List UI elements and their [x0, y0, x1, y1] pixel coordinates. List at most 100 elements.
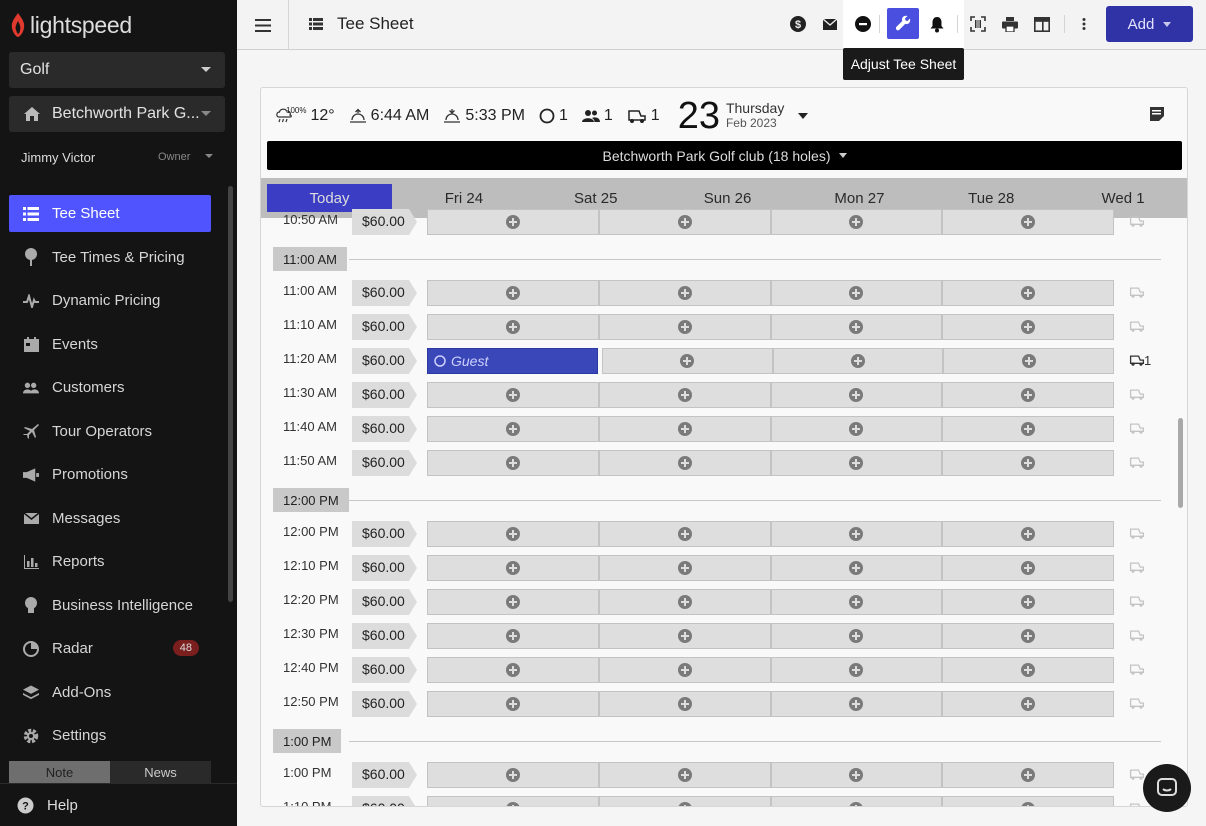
empty-slot[interactable]	[427, 280, 599, 306]
empty-slot[interactable]	[427, 450, 599, 476]
sidebar-item-add-ons[interactable]: Add-Ons	[9, 674, 211, 711]
empty-slot[interactable]	[770, 555, 943, 581]
product-select[interactable]: Golf	[9, 52, 225, 88]
sidebar-item-tour-operators[interactable]: Tour Operators	[9, 413, 211, 450]
main-scrollbar[interactable]	[1178, 418, 1183, 508]
empty-slot[interactable]	[427, 209, 599, 235]
empty-slot[interactable]	[770, 691, 943, 717]
date-day-number[interactable]: 23	[678, 95, 720, 138]
chat-button[interactable]	[1143, 764, 1191, 812]
empty-slot[interactable]	[598, 691, 771, 717]
empty-slot[interactable]	[427, 657, 599, 683]
hamburger-menu-button[interactable]	[237, 0, 289, 50]
tab-note[interactable]: Note	[9, 761, 110, 783]
layout-button[interactable]	[1031, 13, 1053, 35]
empty-slot[interactable]	[942, 209, 1114, 235]
empty-slot[interactable]	[942, 623, 1114, 649]
empty-slot[interactable]	[598, 382, 771, 408]
sidebar-item-events[interactable]: Events	[9, 326, 211, 363]
notes-icon[interactable]	[1150, 107, 1164, 121]
empty-slot[interactable]	[598, 623, 771, 649]
course-selector[interactable]: Betchworth Park Golf club (18 holes)	[267, 141, 1182, 170]
sidebar-item-messages[interactable]: Messages	[9, 500, 211, 537]
empty-slot[interactable]	[602, 348, 773, 374]
price-tag[interactable]: $60.00	[352, 762, 417, 788]
booking-guest[interactable]: Guest	[427, 348, 598, 374]
golf-cart-icon[interactable]	[1129, 595, 1145, 609]
empty-slot[interactable]	[427, 382, 599, 408]
empty-slot[interactable]	[942, 589, 1114, 615]
sidebar-item-reports[interactable]: Reports	[9, 543, 211, 580]
price-tag[interactable]: $60.00	[352, 691, 417, 717]
course-select[interactable]: Betchworth Park G...	[9, 96, 225, 132]
price-tag[interactable]: $60.00	[352, 657, 417, 683]
price-tag[interactable]: $60.00	[352, 450, 417, 476]
golf-cart-icon[interactable]	[1129, 456, 1145, 470]
empty-slot[interactable]	[598, 555, 771, 581]
pricing-button[interactable]: $	[787, 13, 809, 35]
empty-slot[interactable]	[427, 623, 599, 649]
golf-cart-icon[interactable]	[1129, 354, 1145, 368]
alerts-button[interactable]	[926, 13, 948, 35]
empty-slot[interactable]	[942, 280, 1114, 306]
empty-slot[interactable]	[598, 796, 771, 806]
golf-cart-icon[interactable]	[1129, 215, 1145, 229]
empty-slot[interactable]	[427, 691, 599, 717]
lightspeed-logo[interactable]: lightspeed	[10, 10, 132, 40]
empty-slot[interactable]	[942, 762, 1114, 788]
empty-slot[interactable]	[598, 450, 771, 476]
empty-slot[interactable]	[598, 280, 771, 306]
empty-slot[interactable]	[942, 691, 1114, 717]
price-tag[interactable]: $60.00	[352, 382, 417, 408]
empty-slot[interactable]	[598, 416, 771, 442]
price-tag[interactable]: $60.00	[352, 280, 417, 306]
golf-cart-icon[interactable]	[1129, 561, 1145, 575]
empty-slot[interactable]	[942, 416, 1114, 442]
empty-slot[interactable]	[598, 209, 771, 235]
print-button[interactable]	[999, 13, 1021, 35]
price-tag[interactable]: $60.00	[352, 314, 417, 340]
empty-slot[interactable]	[427, 555, 599, 581]
empty-slot[interactable]	[598, 521, 771, 547]
mail-button[interactable]	[819, 13, 841, 35]
empty-slot[interactable]	[598, 657, 771, 683]
golf-cart-icon[interactable]	[1129, 422, 1145, 436]
golf-cart-icon[interactable]	[1129, 320, 1145, 334]
golf-cart-icon[interactable]	[1129, 527, 1145, 541]
price-tag[interactable]: $60.00	[352, 796, 417, 806]
price-tag[interactable]: $60.00	[352, 555, 417, 581]
empty-slot[interactable]	[770, 623, 943, 649]
empty-slot[interactable]	[770, 209, 943, 235]
empty-slot[interactable]	[770, 382, 943, 408]
empty-slot[interactable]	[770, 450, 943, 476]
scan-button[interactable]	[967, 13, 989, 35]
golf-cart-icon[interactable]	[1129, 629, 1145, 643]
empty-slot[interactable]	[598, 762, 771, 788]
empty-slot[interactable]	[942, 657, 1114, 683]
empty-slot[interactable]	[598, 314, 771, 340]
empty-slot[interactable]	[770, 280, 943, 306]
empty-slot[interactable]	[942, 450, 1114, 476]
sidebar-item-tee-times-pricing[interactable]: Tee Times & Pricing	[9, 239, 211, 276]
empty-slot[interactable]	[770, 589, 943, 615]
more-options-button[interactable]	[1073, 13, 1095, 35]
golf-cart-icon[interactable]	[1129, 697, 1145, 711]
price-tag[interactable]: $60.00	[352, 623, 417, 649]
empty-slot[interactable]	[770, 314, 943, 340]
sidebar-item-settings[interactable]: Settings	[9, 717, 211, 754]
help-link[interactable]: ? Help	[0, 783, 237, 826]
empty-slot[interactable]	[942, 555, 1114, 581]
price-tag[interactable]: $60.00	[352, 209, 417, 235]
empty-slot[interactable]	[770, 657, 943, 683]
sidebar-item-promotions[interactable]: Promotions	[9, 456, 211, 493]
sidebar-item-tee-sheet[interactable]: Tee Sheet	[9, 195, 211, 232]
price-tag[interactable]: $60.00	[352, 348, 417, 374]
sidebar-item-dynamic-pricing[interactable]: Dynamic Pricing	[9, 282, 211, 319]
user-menu[interactable]: Jimmy Victor Owner	[21, 150, 221, 165]
price-tag[interactable]: $60.00	[352, 521, 417, 547]
sidebar-item-radar[interactable]: Radar 48	[9, 630, 211, 667]
sidebar-item-customers[interactable]: Customers	[9, 369, 211, 406]
golf-cart-icon[interactable]	[1129, 663, 1145, 677]
empty-slot[interactable]	[942, 521, 1114, 547]
empty-slot[interactable]	[942, 314, 1114, 340]
